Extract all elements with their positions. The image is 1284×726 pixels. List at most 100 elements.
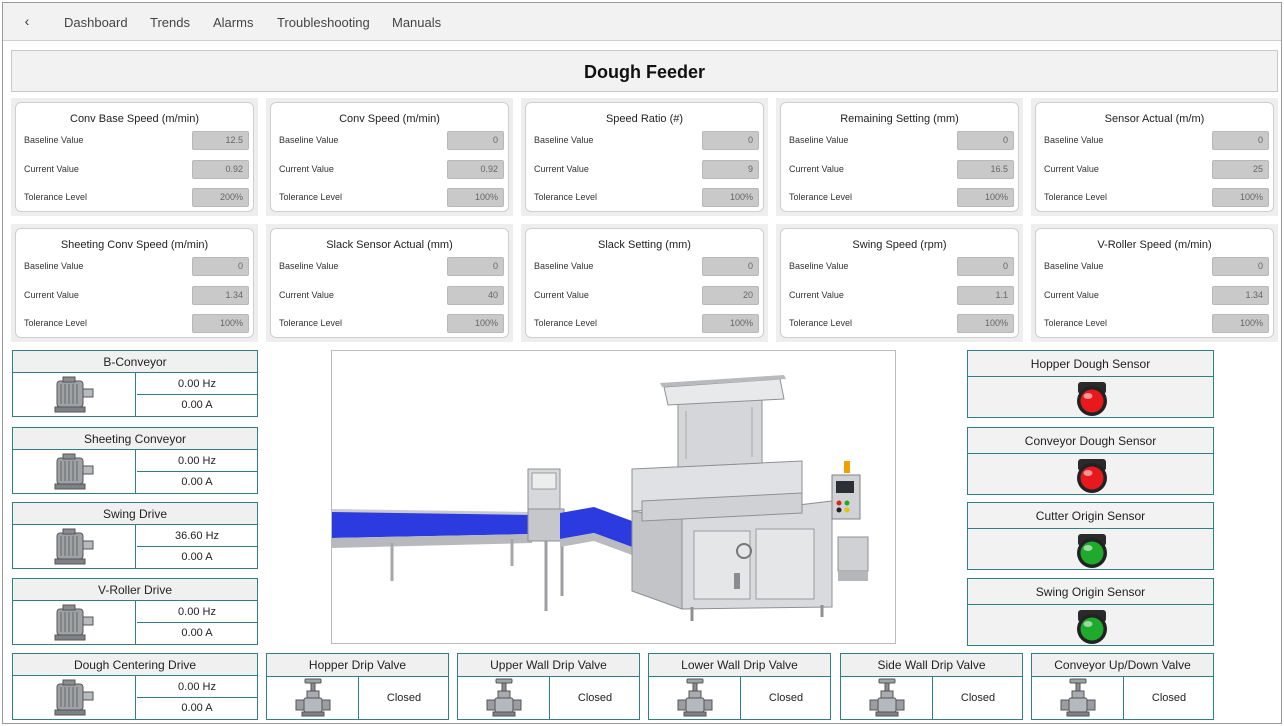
drive-panel: Swing Drive 36.60 Hz 0.00 A — [12, 502, 258, 569]
valve-icon — [267, 677, 359, 719]
drive-panel: V-Roller Drive 0.00 Hz 0.00 A — [12, 578, 258, 645]
motor-icon — [13, 601, 136, 644]
tolerance-level-field: 100% — [702, 314, 759, 333]
parameter-card-body: Conv Base Speed (m/min) Baseline Value 12.… — [15, 102, 254, 212]
nav-manuals[interactable]: Manuals — [392, 15, 441, 30]
current-value-field: 16.5 — [957, 160, 1014, 179]
current-value-field: 40 — [447, 286, 504, 305]
tolerance-level-field: 100% — [447, 188, 504, 207]
machine-image — [331, 350, 896, 644]
parameter-card: Conv Speed (m/min) Baseline Value 0 Current… — [266, 98, 513, 216]
current-value-label: Current Value — [789, 290, 844, 300]
current-value-label: Current Value — [24, 290, 79, 300]
parameter-card-body: Swing Speed (rpm) Baseline Value 0 Current … — [780, 228, 1019, 338]
tolerance-level-label: Tolerance Level — [24, 318, 88, 328]
parameter-card-title: Conv Speed (m/min) — [339, 113, 440, 125]
drive-frequency: 36.60 Hz — [137, 525, 257, 547]
drive-current: 0.00 A — [181, 702, 213, 714]
current-value-label: Current Value — [279, 164, 334, 174]
baseline-value-field: 0 — [1212, 257, 1269, 276]
current-value-label: Current Value — [789, 164, 844, 174]
parameter-card-body: V-Roller Speed (m/min) Baseline Value 0 Cur… — [1035, 228, 1274, 338]
tolerance-level-field: 100% — [192, 314, 249, 333]
sensor-red-light-icon — [1074, 458, 1110, 499]
baseline-value-label: Baseline Value — [789, 261, 849, 271]
motor-icon — [13, 676, 136, 719]
chevron-left-icon[interactable]: ‹ — [19, 13, 35, 29]
sensor-panel: Cutter Origin Sensor — [967, 502, 1214, 570]
nav-alarms[interactable]: Alarms — [213, 15, 253, 30]
drive-current: 0.00 A — [181, 627, 213, 639]
nav-troubleshooting[interactable]: Troubleshooting — [277, 15, 370, 30]
nav-trends[interactable]: Trends — [150, 15, 190, 30]
valve-name: Upper Wall Drip Valve — [458, 654, 639, 677]
parameter-card-body: Sheeting Conv Speed (m/min) Baseline Valu… — [15, 228, 254, 338]
page-title: Dough Feeder — [583, 62, 705, 82]
parameter-card-body: Slack Setting (mm) Baseline Value 0 Current… — [525, 228, 764, 338]
motor-icon — [13, 450, 136, 493]
drive-frequency: 0.00 Hz — [137, 676, 257, 698]
parameter-card: Slack Sensor Actual (mm) Baseline Value 0 C… — [266, 224, 513, 342]
sensor-green-light-icon — [1074, 609, 1110, 650]
current-value-field: 1.34 — [192, 286, 249, 305]
current-value-field: 20 — [702, 286, 759, 305]
valve-state: Closed — [960, 692, 996, 704]
drive-frequency: 0.00 Hz — [137, 601, 257, 623]
parameter-card: Swing Speed (rpm) Baseline Value 0 Current … — [776, 224, 1023, 342]
parameter-card-title: Remaining Setting (mm) — [840, 113, 959, 125]
baseline-value-label: Baseline Value — [534, 261, 594, 271]
tolerance-level-label: Tolerance Level — [279, 192, 343, 202]
parameter-card-title: Sheeting Conv Speed (m/min) — [60, 239, 209, 251]
parameter-card-title: Speed Ratio (#) — [605, 113, 684, 125]
current-value-label: Current Value — [24, 164, 79, 174]
drive-panel: Dough Centering Drive 0.00 Hz 0.00 A — [12, 653, 258, 720]
sensor-panel: Conveyor Dough Sensor — [967, 427, 1214, 495]
tolerance-level-label: Tolerance Level — [24, 192, 88, 202]
baseline-value-label: Baseline Value — [24, 261, 84, 271]
baseline-value-field: 0 — [957, 257, 1014, 276]
tolerance-level-label: Tolerance Level — [1044, 192, 1108, 202]
valve-icon — [649, 677, 741, 719]
current-value-label: Current Value — [1044, 164, 1099, 174]
tolerance-level-label: Tolerance Level — [1044, 318, 1108, 328]
tolerance-level-field: 200% — [192, 188, 249, 207]
baseline-value-field: 0 — [702, 131, 759, 150]
sensor-name: Swing Origin Sensor — [968, 579, 1213, 605]
parameter-card-title: Slack Sensor Actual (mm) — [326, 239, 453, 251]
sensor-name: Hopper Dough Sensor — [968, 351, 1213, 377]
current-value-label: Current Value — [279, 290, 334, 300]
parameter-card: Speed Ratio (#) Baseline Value 0 Current Va… — [521, 98, 768, 216]
baseline-value-field: 0 — [1212, 131, 1269, 150]
valve-icon — [1032, 677, 1124, 719]
valve-state: Closed — [768, 692, 804, 704]
parameter-card: Slack Setting (mm) Baseline Value 0 Current… — [521, 224, 768, 342]
tolerance-level-label: Tolerance Level — [534, 192, 598, 202]
motor-icon — [13, 373, 136, 416]
parameter-card: Sensor Actual (m/m) Baseline Value 0 Curren… — [1031, 98, 1278, 216]
nav-dashboard[interactable]: Dashboard — [64, 15, 128, 30]
drive-name: V-Roller Drive — [13, 579, 257, 601]
valve-panel: Upper Wall Drip Valve Closed — [457, 653, 640, 720]
drive-name: B-Conveyor — [13, 351, 257, 373]
drive-current: 0.00 A — [181, 551, 213, 563]
parameter-card: Conv Base Speed (m/min) Baseline Value 12.… — [11, 98, 258, 216]
parameter-card-body: Conv Speed (m/min) Baseline Value 0 Current… — [270, 102, 509, 212]
valve-icon — [458, 677, 550, 719]
tolerance-level-field: 100% — [1212, 314, 1269, 333]
parameter-card-title: Sensor Actual (m/m) — [1104, 113, 1205, 125]
parameter-card-title: V-Roller Speed (m/min) — [1097, 239, 1212, 251]
baseline-value-field: 0 — [702, 257, 759, 276]
drive-current: 0.00 A — [181, 399, 213, 411]
parameter-card-title: Swing Speed (rpm) — [852, 239, 947, 251]
tolerance-level-label: Tolerance Level — [279, 318, 343, 328]
sensor-green-light-icon — [1074, 533, 1110, 574]
valve-state: Closed — [577, 692, 613, 704]
valve-name: Lower Wall Drip Valve — [649, 654, 830, 677]
page-title-bar: Dough Feeder — [11, 50, 1278, 92]
parameter-card-title: Conv Base Speed (m/min) — [70, 113, 199, 125]
drive-name: Sheeting Conveyor — [13, 428, 257, 450]
sensor-red-light-icon — [1074, 381, 1110, 422]
valve-icon — [841, 677, 933, 719]
tolerance-level-label: Tolerance Level — [534, 318, 598, 328]
baseline-value-label: Baseline Value — [24, 135, 84, 145]
